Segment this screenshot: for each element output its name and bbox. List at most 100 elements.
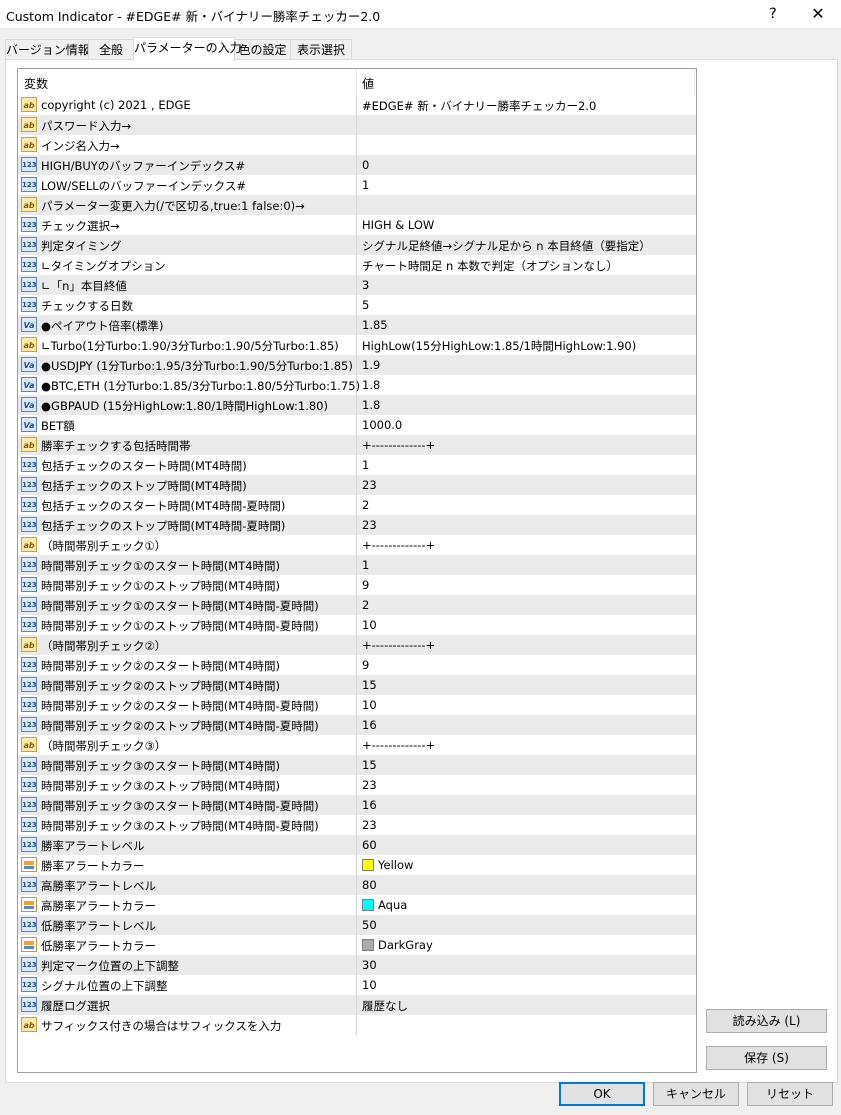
parameter-value[interactable]: 60 <box>362 838 377 852</box>
tab-parameters[interactable]: パラメーターの入力 <box>133 37 242 61</box>
parameter-value[interactable]: チャート時間足 n 本数で判定（オプションなし） <box>362 258 618 274</box>
parameter-value[interactable]: 15 <box>362 678 377 692</box>
table-row[interactable]: ab サフィックス付きの場合はサフィックスを入力 <box>18 1015 696 1035</box>
table-row[interactable]: 123 時間帯別チェック③のスタート時間(MT4時間) 15 <box>18 755 696 775</box>
tab-version-info[interactable]: バージョン情報 <box>5 39 90 60</box>
parameter-value[interactable]: 1 <box>362 558 369 572</box>
parameter-value[interactable]: 5 <box>362 298 369 312</box>
cancel-button[interactable]: キャンセル <box>653 1082 739 1106</box>
parameter-grid[interactable]: 変数 値 ab copyright (c) 2021 , EDGE #EDGE# 新… <box>17 68 697 1073</box>
table-row[interactable]: 123 時間帯別チェック①のスタート時間(MT4時間-夏時間) 2 <box>18 595 696 615</box>
parameter-value[interactable]: 15 <box>362 758 377 772</box>
table-row[interactable]: 123 包括チェックのストップ時間(MT4時間-夏時間) 23 <box>18 515 696 535</box>
parameter-value[interactable]: 23 <box>362 518 377 532</box>
parameter-value[interactable]: 0 <box>362 158 369 172</box>
table-row[interactable]: ab （時間帯別チェック①） +-------------+ <box>18 535 696 555</box>
table-row[interactable]: 123 包括チェックのスタート時間(MT4時間-夏時間) 2 <box>18 495 696 515</box>
table-row[interactable]: ab （時間帯別チェック②） +-------------+ <box>18 635 696 655</box>
table-row[interactable]: 123 時間帯別チェック③のスタート時間(MT4時間-夏時間) 16 <box>18 795 696 815</box>
table-row[interactable]: Va ●USDJPY (1分Turbo:1.95/3分Turbo:1.90/5分T… <box>18 355 696 375</box>
parameter-value[interactable]: 9 <box>362 658 369 672</box>
parameter-value[interactable]: 9 <box>362 578 369 592</box>
help-button[interactable]: ? <box>750 0 796 28</box>
table-row[interactable]: 123 時間帯別チェック②のスタート時間(MT4時間) 9 <box>18 655 696 675</box>
table-row[interactable]: ab インジ名入力→ <box>18 135 696 155</box>
parameter-value[interactable]: 1000.0 <box>362 418 402 432</box>
parameter-value[interactable]: 10 <box>362 978 377 992</box>
color-swatch[interactable] <box>362 939 374 951</box>
parameter-value[interactable]: 1.85 <box>362 318 388 332</box>
parameter-value[interactable]: 16 <box>362 798 377 812</box>
parameter-value[interactable]: 10 <box>362 618 377 632</box>
parameter-value[interactable]: 3 <box>362 278 369 292</box>
table-row[interactable]: 勝率アラートカラー Yellow <box>18 855 696 875</box>
table-row[interactable]: 123 低勝率アラートレベル 50 <box>18 915 696 935</box>
ok-button[interactable]: OK <box>559 1082 645 1106</box>
table-row[interactable]: 123 包括チェックのスタート時間(MT4時間) 1 <box>18 455 696 475</box>
parameter-value[interactable]: DarkGray <box>378 938 433 952</box>
table-row[interactable]: 123 時間帯別チェック①のスタート時間(MT4時間) 1 <box>18 555 696 575</box>
table-row[interactable]: 123 時間帯別チェック③のストップ時間(MT4時間) 23 <box>18 775 696 795</box>
tab-colors[interactable]: 色の設定 <box>234 39 291 60</box>
table-row[interactable]: ab 勝率チェックする包括時間帯 +-------------+ <box>18 435 696 455</box>
table-row[interactable]: ab copyright (c) 2021 , EDGE #EDGE# 新・バイナリ… <box>18 95 696 115</box>
table-row[interactable]: 高勝率アラートカラー Aqua <box>18 895 696 915</box>
table-row[interactable]: 123 シグナル位置の上下調整 10 <box>18 975 696 995</box>
parameter-value[interactable]: 30 <box>362 958 377 972</box>
table-row[interactable]: 123 チェックする日数 5 <box>18 295 696 315</box>
table-row[interactable]: 123 包括チェックのストップ時間(MT4時間) 23 <box>18 475 696 495</box>
parameter-value[interactable]: #EDGE# 新・バイナリー勝率チェッカー2.0 <box>362 98 596 114</box>
table-row[interactable]: 123 LOW/SELLのバッファーインデックス# 1 <box>18 175 696 195</box>
table-row[interactable]: Va ●BTC,ETH (1分Turbo:1.85/3分Turbo:1.80/5分… <box>18 375 696 395</box>
table-row[interactable]: ab パスワード入力→ <box>18 115 696 135</box>
table-row[interactable]: 123 時間帯別チェック①のストップ時間(MT4時間) 9 <box>18 575 696 595</box>
parameter-value[interactable]: +-------------+ <box>362 638 435 652</box>
parameter-value[interactable]: 80 <box>362 878 377 892</box>
table-row[interactable]: 123 HIGH/BUYのバッファーインデックス# 0 <box>18 155 696 175</box>
parameter-value[interactable]: +-------------+ <box>362 438 435 452</box>
parameter-value[interactable]: 1.8 <box>362 378 380 392</box>
parameter-value[interactable]: 10 <box>362 698 377 712</box>
table-row[interactable]: 123 チェック選択→ HIGH & LOW <box>18 215 696 235</box>
parameter-value[interactable]: +-------------+ <box>362 738 435 752</box>
table-row[interactable]: 123 履歴ログ選択 履歴なし <box>18 995 696 1015</box>
table-row[interactable]: 123 高勝率アラートレベル 80 <box>18 875 696 895</box>
parameter-value[interactable]: 23 <box>362 818 377 832</box>
parameter-value[interactable]: HighLow(15分HighLow:1.85/1時間HighLow:1.90) <box>362 338 636 354</box>
table-row[interactable]: 123 時間帯別チェック①のストップ時間(MT4時間-夏時間) 10 <box>18 615 696 635</box>
table-row[interactable]: ab ∟Turbo(1分Turbo:1.90/3分Turbo:1.90/5分Tur… <box>18 335 696 355</box>
table-row[interactable]: ab パラメーター変更入力(/で区切る,true:1 false:0)→ <box>18 195 696 215</box>
parameter-value[interactable]: 16 <box>362 718 377 732</box>
parameter-value[interactable]: +-------------+ <box>362 538 435 552</box>
parameter-value[interactable]: 2 <box>362 498 369 512</box>
table-row[interactable]: Va ●ペイアウト倍率(標準) 1.85 <box>18 315 696 335</box>
parameter-value[interactable]: Aqua <box>378 898 407 912</box>
parameter-value[interactable]: 2 <box>362 598 369 612</box>
table-row[interactable]: 123 判定マーク位置の上下調整 30 <box>18 955 696 975</box>
table-row[interactable]: 123 勝率アラートレベル 60 <box>18 835 696 855</box>
table-row[interactable]: Va BET額 1000.0 <box>18 415 696 435</box>
column-header-variable[interactable]: 変数 <box>24 75 48 92</box>
parameter-value[interactable]: 1 <box>362 178 369 192</box>
reset-button[interactable]: リセット <box>747 1082 833 1106</box>
parameter-value[interactable]: 履歴なし <box>362 998 408 1014</box>
parameter-value[interactable]: 23 <box>362 778 377 792</box>
table-row[interactable]: 123 時間帯別チェック③のストップ時間(MT4時間-夏時間) 23 <box>18 815 696 835</box>
parameter-value[interactable]: 23 <box>362 478 377 492</box>
table-row[interactable]: 123 判定タイミング シグナル足終値→シグナル足から n 本目終値（要指定） <box>18 235 696 255</box>
table-row[interactable]: 123 時間帯別チェック②のストップ時間(MT4時間-夏時間) 16 <box>18 715 696 735</box>
parameter-value[interactable]: シグナル足終値→シグナル足から n 本目終値（要指定） <box>362 238 651 254</box>
table-row[interactable]: 低勝率アラートカラー DarkGray <box>18 935 696 955</box>
column-header-value[interactable]: 値 <box>362 75 374 92</box>
table-row[interactable]: 123 ∟タイミングオプション チャート時間足 n 本数で判定（オプションなし） <box>18 255 696 275</box>
close-button[interactable]: ✕ <box>795 0 841 28</box>
color-swatch[interactable] <box>362 859 374 871</box>
table-row[interactable]: Va ●GBPAUD (15分HighLow:1.80/1時間HighLow:1.… <box>18 395 696 415</box>
color-swatch[interactable] <box>362 899 374 911</box>
parameter-value[interactable]: 1.8 <box>362 398 380 412</box>
parameter-value[interactable]: 50 <box>362 918 377 932</box>
table-row[interactable]: ab （時間帯別チェック③） +-------------+ <box>18 735 696 755</box>
parameter-value[interactable]: 1 <box>362 458 369 472</box>
tab-general[interactable]: 全般 <box>88 39 134 60</box>
table-row[interactable]: 123 時間帯別チェック②のスタート時間(MT4時間-夏時間) 10 <box>18 695 696 715</box>
